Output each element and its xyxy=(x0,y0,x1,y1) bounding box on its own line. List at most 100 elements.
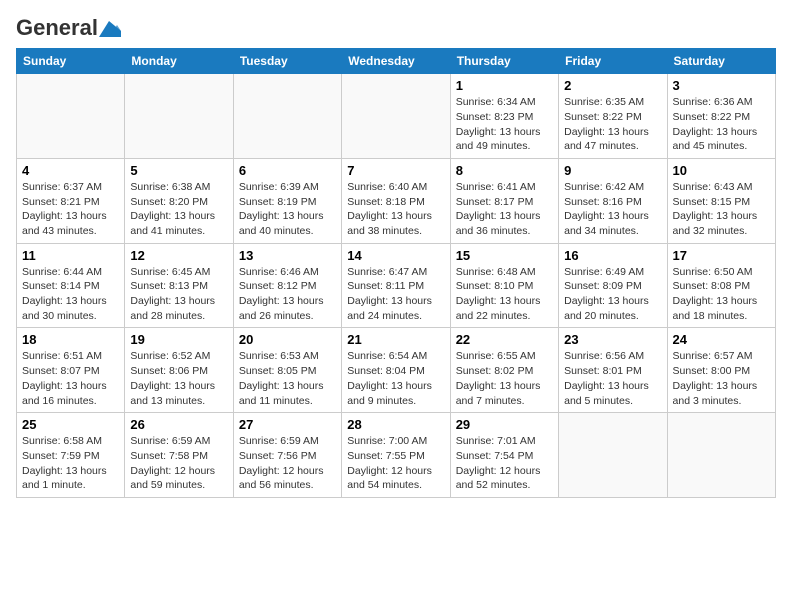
day-number: 11 xyxy=(22,248,119,263)
day-number: 17 xyxy=(673,248,770,263)
day-info: Sunrise: 6:52 AMSunset: 8:06 PMDaylight:… xyxy=(130,349,227,408)
calendar-cell xyxy=(233,74,341,159)
weekday-header-friday: Friday xyxy=(559,49,667,74)
day-info: Sunrise: 6:42 AMSunset: 8:16 PMDaylight:… xyxy=(564,180,661,239)
day-info: Sunrise: 6:43 AMSunset: 8:15 PMDaylight:… xyxy=(673,180,770,239)
day-number: 22 xyxy=(456,332,553,347)
calendar-cell xyxy=(559,413,667,498)
logo-text: General xyxy=(16,16,121,40)
day-number: 25 xyxy=(22,417,119,432)
calendar-cell: 8 Sunrise: 6:41 AMSunset: 8:17 PMDaylight… xyxy=(450,158,558,243)
calendar-cell: 6 Sunrise: 6:39 AMSunset: 8:19 PMDaylight… xyxy=(233,158,341,243)
day-info: Sunrise: 6:40 AMSunset: 8:18 PMDaylight:… xyxy=(347,180,444,239)
calendar-cell: 15Sunrise: 6:48 AMSunset: 8:10 PMDayligh… xyxy=(450,243,558,328)
day-number: 18 xyxy=(22,332,119,347)
day-number: 24 xyxy=(673,332,770,347)
day-info: Sunrise: 6:34 AMSunset: 8:23 PMDaylight:… xyxy=(456,95,553,154)
calendar-cell: 10 Sunrise: 6:43 AMSunset: 8:15 PMDayligh… xyxy=(667,158,775,243)
calendar-cell: 7 Sunrise: 6:40 AMSunset: 8:18 PMDaylight… xyxy=(342,158,450,243)
day-info: Sunrise: 6:59 AMSunset: 7:56 PMDaylight:… xyxy=(239,434,336,493)
day-number: 21 xyxy=(347,332,444,347)
day-info: Sunrise: 6:41 AMSunset: 8:17 PMDaylight:… xyxy=(456,180,553,239)
calendar-cell xyxy=(125,74,233,159)
calendar-week-row: 11 Sunrise: 6:44 AMSunset: 8:14 PMDayligh… xyxy=(17,243,776,328)
weekday-header-monday: Monday xyxy=(125,49,233,74)
calendar-cell: 24 Sunrise: 6:57 AMSunset: 8:00 PMDayligh… xyxy=(667,328,775,413)
day-info: Sunrise: 6:59 AMSunset: 7:58 PMDaylight:… xyxy=(130,434,227,493)
calendar-cell: 5Sunrise: 6:38 AMSunset: 8:20 PMDaylight… xyxy=(125,158,233,243)
day-info: Sunrise: 6:39 AMSunset: 8:19 PMDaylight:… xyxy=(239,180,336,239)
day-info: Sunrise: 6:36 AMSunset: 8:22 PMDaylight:… xyxy=(673,95,770,154)
day-number: 1 xyxy=(456,78,553,93)
calendar-cell: 2 Sunrise: 6:35 AMSunset: 8:22 PMDaylight… xyxy=(559,74,667,159)
day-number: 4 xyxy=(22,163,119,178)
page-header: General xyxy=(16,16,776,40)
calendar-cell: 12 Sunrise: 6:45 AMSunset: 8:13 PMDayligh… xyxy=(125,243,233,328)
calendar-cell: 9 Sunrise: 6:42 AMSunset: 8:16 PMDaylight… xyxy=(559,158,667,243)
day-info: Sunrise: 6:54 AMSunset: 8:04 PMDaylight:… xyxy=(347,349,444,408)
day-info: Sunrise: 6:47 AMSunset: 8:11 PMDaylight:… xyxy=(347,265,444,324)
day-number: 28 xyxy=(347,417,444,432)
calendar-header-row: SundayMondayTuesdayWednesdayThursdayFrid… xyxy=(17,49,776,74)
day-number: 8 xyxy=(456,163,553,178)
calendar-cell: 4Sunrise: 6:37 AMSunset: 8:21 PMDaylight… xyxy=(17,158,125,243)
weekday-header-sunday: Sunday xyxy=(17,49,125,74)
calendar-cell: 3 Sunrise: 6:36 AMSunset: 8:22 PMDaylight… xyxy=(667,74,775,159)
weekday-header-wednesday: Wednesday xyxy=(342,49,450,74)
logo: General xyxy=(16,16,121,40)
calendar-cell: 22 Sunrise: 6:55 AMSunset: 8:02 PMDayligh… xyxy=(450,328,558,413)
calendar-cell: 27 Sunrise: 6:59 AMSunset: 7:56 PMDayligh… xyxy=(233,413,341,498)
day-number: 19 xyxy=(130,332,227,347)
day-info: Sunrise: 6:44 AMSunset: 8:14 PMDaylight:… xyxy=(22,265,119,324)
weekday-header-saturday: Saturday xyxy=(667,49,775,74)
day-info: Sunrise: 6:56 AMSunset: 8:01 PMDaylight:… xyxy=(564,349,661,408)
calendar-cell: 13 Sunrise: 6:46 AMSunset: 8:12 PMDayligh… xyxy=(233,243,341,328)
day-info: Sunrise: 6:46 AMSunset: 8:12 PMDaylight:… xyxy=(239,265,336,324)
day-number: 13 xyxy=(239,248,336,263)
calendar-cell: 25Sunrise: 6:58 AMSunset: 7:59 PMDayligh… xyxy=(17,413,125,498)
calendar-cell: 1 Sunrise: 6:34 AMSunset: 8:23 PMDaylight… xyxy=(450,74,558,159)
day-number: 23 xyxy=(564,332,661,347)
calendar-cell: 17 Sunrise: 6:50 AMSunset: 8:08 PMDayligh… xyxy=(667,243,775,328)
weekday-header-tuesday: Tuesday xyxy=(233,49,341,74)
calendar-cell xyxy=(342,74,450,159)
calendar-table: SundayMondayTuesdayWednesdayThursdayFrid… xyxy=(16,48,776,498)
day-info: Sunrise: 7:00 AMSunset: 7:55 PMDaylight:… xyxy=(347,434,444,493)
calendar-week-row: 25Sunrise: 6:58 AMSunset: 7:59 PMDayligh… xyxy=(17,413,776,498)
day-info: Sunrise: 6:57 AMSunset: 8:00 PMDaylight:… xyxy=(673,349,770,408)
calendar-week-row: 1 Sunrise: 6:34 AMSunset: 8:23 PMDaylight… xyxy=(17,74,776,159)
weekday-header-thursday: Thursday xyxy=(450,49,558,74)
calendar-cell: 21 Sunrise: 6:54 AMSunset: 8:04 PMDayligh… xyxy=(342,328,450,413)
day-info: Sunrise: 6:38 AMSunset: 8:20 PMDaylight:… xyxy=(130,180,227,239)
day-info: Sunrise: 6:35 AMSunset: 8:22 PMDaylight:… xyxy=(564,95,661,154)
day-number: 14 xyxy=(347,248,444,263)
calendar-week-row: 18 Sunrise: 6:51 AMSunset: 8:07 PMDayligh… xyxy=(17,328,776,413)
calendar-cell: 11 Sunrise: 6:44 AMSunset: 8:14 PMDayligh… xyxy=(17,243,125,328)
calendar-cell: 28 Sunrise: 7:00 AMSunset: 7:55 PMDayligh… xyxy=(342,413,450,498)
day-info: Sunrise: 6:53 AMSunset: 8:05 PMDaylight:… xyxy=(239,349,336,408)
day-number: 9 xyxy=(564,163,661,178)
day-number: 20 xyxy=(239,332,336,347)
day-number: 16 xyxy=(564,248,661,263)
day-number: 10 xyxy=(673,163,770,178)
day-number: 29 xyxy=(456,417,553,432)
calendar-cell xyxy=(667,413,775,498)
calendar-week-row: 4Sunrise: 6:37 AMSunset: 8:21 PMDaylight… xyxy=(17,158,776,243)
calendar-cell xyxy=(17,74,125,159)
calendar-cell: 26 Sunrise: 6:59 AMSunset: 7:58 PMDayligh… xyxy=(125,413,233,498)
day-number: 7 xyxy=(347,163,444,178)
calendar-cell: 20 Sunrise: 6:53 AMSunset: 8:05 PMDayligh… xyxy=(233,328,341,413)
calendar-cell: 16Sunrise: 6:49 AMSunset: 8:09 PMDayligh… xyxy=(559,243,667,328)
day-number: 6 xyxy=(239,163,336,178)
day-info: Sunrise: 6:51 AMSunset: 8:07 PMDaylight:… xyxy=(22,349,119,408)
day-number: 26 xyxy=(130,417,227,432)
day-number: 3 xyxy=(673,78,770,93)
day-info: Sunrise: 6:55 AMSunset: 8:02 PMDaylight:… xyxy=(456,349,553,408)
day-number: 12 xyxy=(130,248,227,263)
day-info: Sunrise: 6:50 AMSunset: 8:08 PMDaylight:… xyxy=(673,265,770,324)
calendar-cell: 19 Sunrise: 6:52 AMSunset: 8:06 PMDayligh… xyxy=(125,328,233,413)
calendar-cell: 18 Sunrise: 6:51 AMSunset: 8:07 PMDayligh… xyxy=(17,328,125,413)
day-number: 2 xyxy=(564,78,661,93)
day-info: Sunrise: 6:45 AMSunset: 8:13 PMDaylight:… xyxy=(130,265,227,324)
day-number: 27 xyxy=(239,417,336,432)
